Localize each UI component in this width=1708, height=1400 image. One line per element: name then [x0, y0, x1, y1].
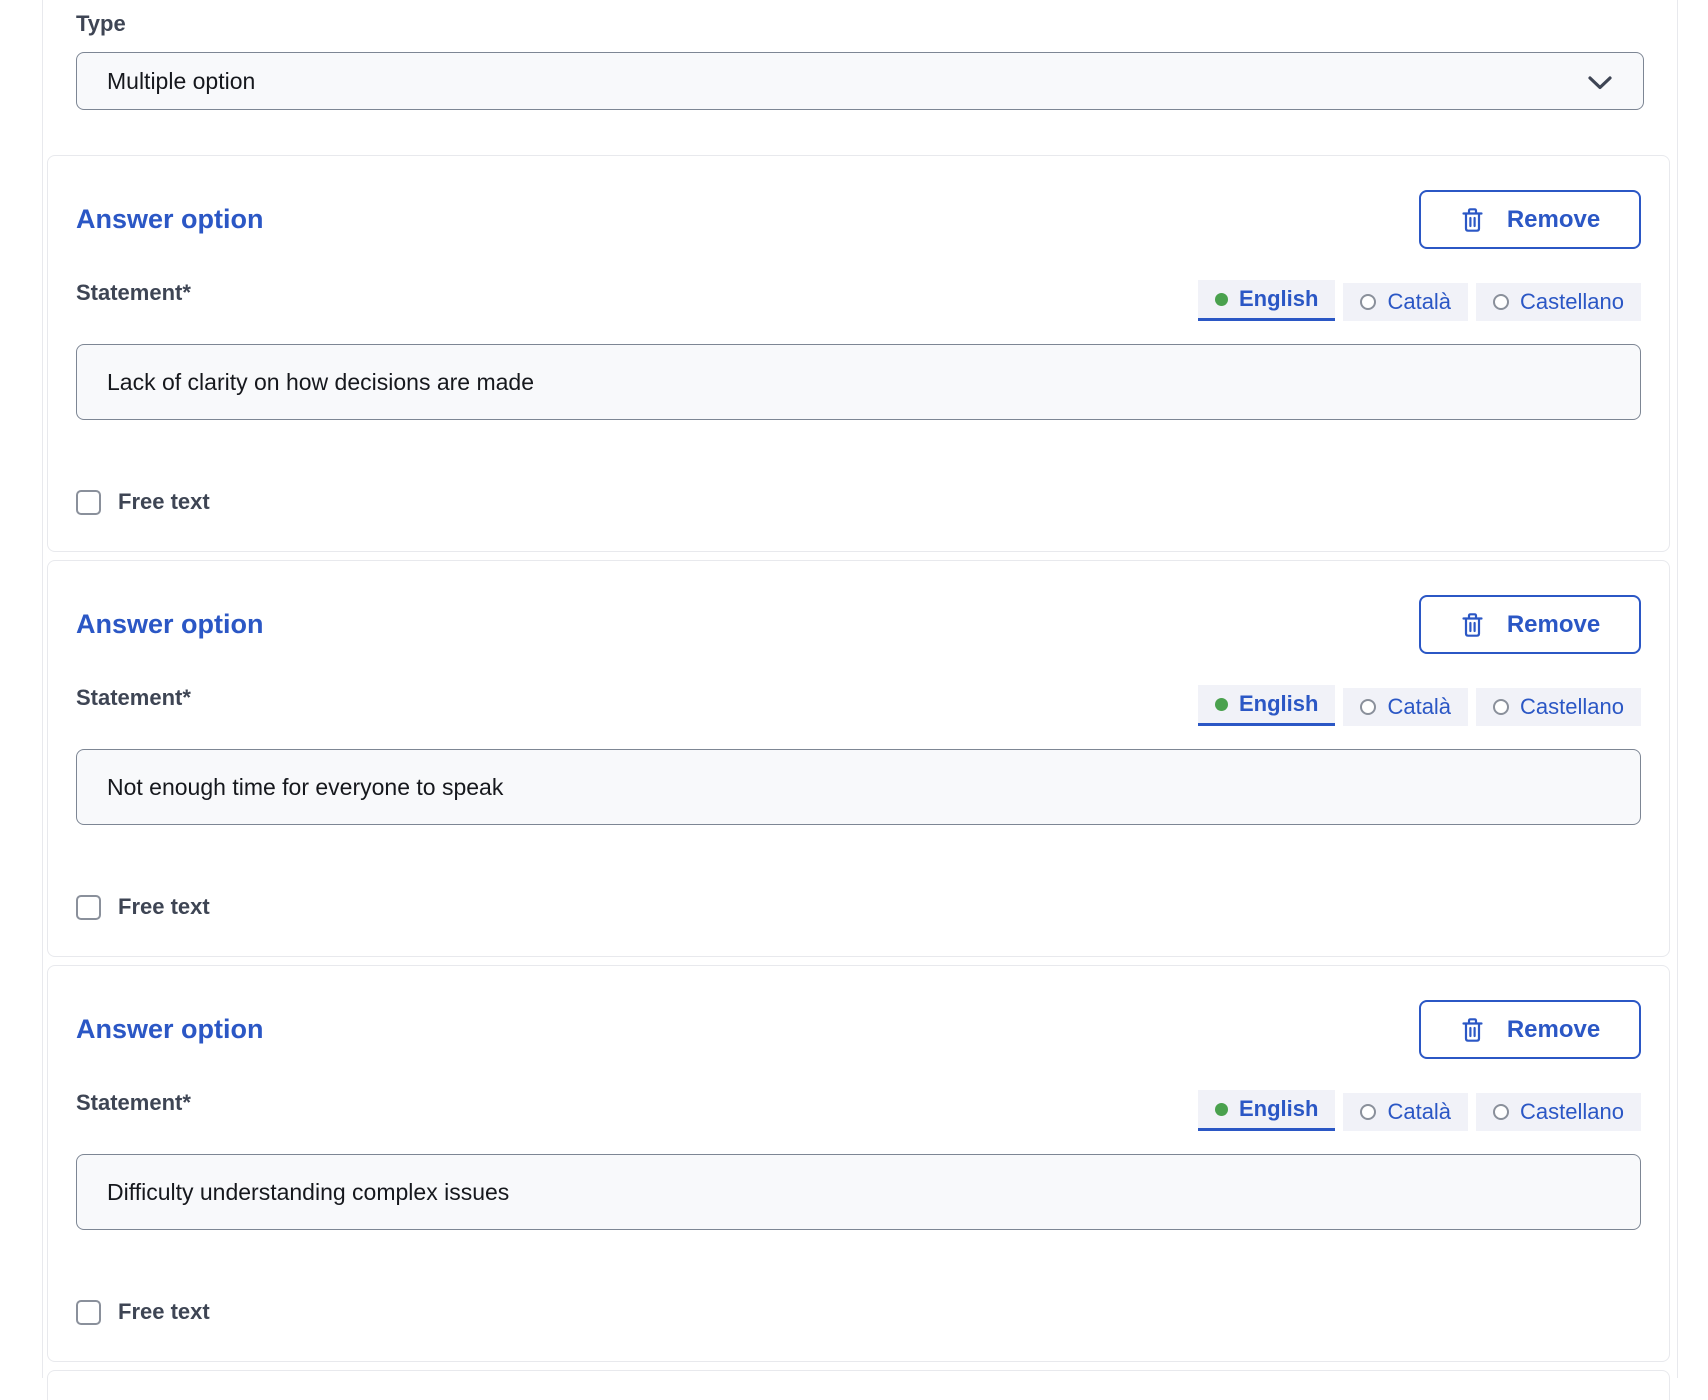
language-tab-label: Castellano: [1520, 1099, 1624, 1125]
language-tab-castellano[interactable]: Castellano: [1476, 688, 1641, 726]
language-tab-label: Català: [1387, 694, 1451, 720]
remove-button[interactable]: Remove: [1419, 1000, 1641, 1059]
type-select-value: Multiple option: [107, 68, 255, 95]
answer-option-heading: Answer option: [76, 204, 264, 235]
statement-row: Statement* English Català Castellano: [76, 1089, 1641, 1131]
language-tab-label: Castellano: [1520, 289, 1624, 315]
card-header-row: Answer option Remove: [76, 190, 1641, 249]
language-tab-english[interactable]: English: [1198, 1090, 1335, 1131]
free-text-label: Free text: [118, 1299, 210, 1325]
language-tab-label: English: [1239, 691, 1318, 717]
statement-row: Statement* English Català Castellano: [76, 684, 1641, 726]
remove-button[interactable]: Remove: [1419, 595, 1641, 654]
language-tabs: English Català Castellano: [1198, 1090, 1641, 1131]
chevron-down-icon: [1587, 75, 1613, 91]
language-tab-catala[interactable]: Català: [1343, 283, 1468, 321]
language-tab-castellano[interactable]: Castellano: [1476, 283, 1641, 321]
trash-icon: [1460, 206, 1485, 234]
language-radio-icon: [1493, 699, 1509, 715]
type-field-section: Type Multiple option: [43, 0, 1677, 110]
remove-button-label: Remove: [1507, 611, 1600, 639]
language-tab-catala[interactable]: Català: [1343, 1093, 1468, 1131]
free-text-checkbox[interactable]: [76, 490, 101, 515]
language-tab-catala[interactable]: Català: [1343, 688, 1468, 726]
language-tab-label: Català: [1387, 289, 1451, 315]
statement-input[interactable]: [76, 1154, 1641, 1230]
statement-label: Statement*: [76, 279, 191, 307]
free-text-row: Free text: [76, 1299, 1641, 1325]
statement-row: Statement* English Català Castellano: [76, 279, 1641, 321]
trash-icon: [1460, 1016, 1485, 1044]
answer-option-card: Answer option Remove Statement*: [47, 965, 1670, 1362]
language-tab-label: Català: [1387, 1099, 1451, 1125]
language-tab-label: Castellano: [1520, 694, 1624, 720]
language-radio-icon: [1360, 294, 1376, 310]
language-tab-castellano[interactable]: Castellano: [1476, 1093, 1641, 1131]
free-text-row: Free text: [76, 894, 1641, 920]
free-text-checkbox[interactable]: [76, 1300, 101, 1325]
language-tabs: English Català Castellano: [1198, 685, 1641, 726]
language-tab-label: English: [1239, 1096, 1318, 1122]
answer-option-card: Answer option Remove Statement*: [47, 560, 1670, 957]
language-radio-icon: [1360, 699, 1376, 715]
answer-options-list: Answer option Remove Statement*: [43, 155, 1677, 1362]
language-tab-english[interactable]: English: [1198, 685, 1335, 726]
card-header-row: Answer option Remove: [76, 1000, 1641, 1059]
statement-input[interactable]: [76, 749, 1641, 825]
selected-language-dot-icon: [1215, 698, 1228, 711]
language-tab-english[interactable]: English: [1198, 280, 1335, 321]
language-radio-icon: [1360, 1104, 1376, 1120]
answer-option-heading: Answer option: [76, 1014, 264, 1045]
answer-option-heading: Answer option: [76, 609, 264, 640]
remove-button-label: Remove: [1507, 206, 1600, 234]
trash-icon: [1460, 611, 1485, 639]
statement-label: Statement*: [76, 684, 191, 712]
language-tab-label: English: [1239, 286, 1318, 312]
free-text-checkbox[interactable]: [76, 895, 101, 920]
language-radio-icon: [1493, 1104, 1509, 1120]
type-label: Type: [76, 10, 1644, 38]
statement-label: Statement*: [76, 1089, 191, 1117]
answer-option-card: Answer option Remove Statement*: [47, 155, 1670, 552]
selected-language-dot-icon: [1215, 293, 1228, 306]
selected-language-dot-icon: [1215, 1103, 1228, 1116]
remove-button[interactable]: Remove: [1419, 190, 1641, 249]
card-header-row: Answer option Remove: [76, 595, 1641, 654]
free-text-label: Free text: [118, 894, 210, 920]
language-radio-icon: [1493, 294, 1509, 310]
type-select[interactable]: Multiple option: [76, 52, 1644, 110]
question-form-container: Type Multiple option Answer option: [42, 0, 1678, 1378]
free-text-label: Free text: [118, 489, 210, 515]
remove-button-label: Remove: [1507, 1016, 1600, 1044]
language-tabs: English Català Castellano: [1198, 280, 1641, 321]
statement-input[interactable]: [76, 344, 1641, 420]
free-text-row: Free text: [76, 489, 1641, 515]
next-answer-option-card-partial: [47, 1370, 1670, 1400]
